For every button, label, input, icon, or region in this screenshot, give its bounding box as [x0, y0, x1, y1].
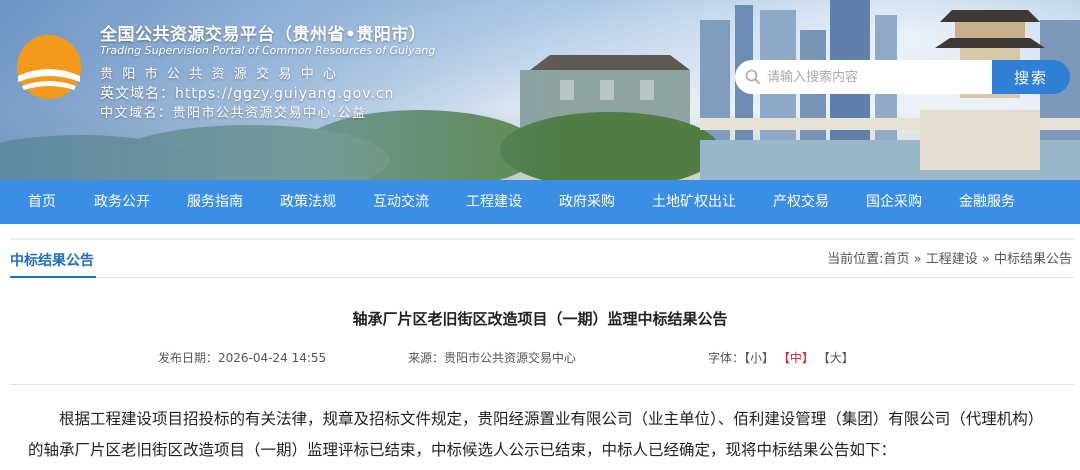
site-header: 全国公共资源交易平台（贵州省•贵阳市） Trading Supervision …: [0, 0, 1080, 180]
search-icon: [745, 69, 761, 85]
breadcrumb-engineering[interactable]: 工程建设: [926, 252, 978, 267]
search-input[interactable]: [735, 60, 1000, 94]
article-body: 根据工程建设项目招投标的有关法律，规章及招标文件规定，贵阳经源置业有限公司（业主…: [28, 410, 1044, 459]
nav-item-gov-procurement[interactable]: 政府采购: [559, 180, 615, 224]
article-source: 来源：贵阳市公共资源交易中心: [408, 349, 576, 366]
source-value: 贵阳市公共资源交易中心: [444, 351, 577, 365]
search-button[interactable]: 搜索: [992, 60, 1070, 94]
article-meta: 发布日期：2026-04-24 14:55 来源：贵阳市公共资源交易中心 字体：…: [10, 346, 1074, 370]
cn-domain-value: 贵阳市公共资源交易中心.公益: [172, 106, 367, 121]
nav-item-home[interactable]: 首页: [28, 180, 56, 224]
section-bar: 中标结果公告 当前位置:首页 » 工程建设 » 中标结果公告: [10, 238, 1074, 278]
breadcrumb: 当前位置:首页 » 工程建设 » 中标结果公告: [827, 248, 1072, 267]
meta-divider: [10, 384, 1074, 385]
center-name: 贵阳市公共资源交易中心: [100, 67, 346, 82]
section-title: 中标结果公告: [10, 253, 94, 269]
font-size-control: 字体：【小】 【中】 【大】: [708, 349, 854, 366]
cn-domain-line: 中文域名：贵阳市公共资源交易中心.公益: [100, 102, 367, 121]
nav-item-land-mineral[interactable]: 土地矿权出让: [652, 180, 736, 224]
main-nav: 首页 政务公开 服务指南 政策法规 互动交流 工程建设 政府采购 土地矿权出让 …: [0, 180, 1080, 224]
breadcrumb-separator: »: [981, 252, 990, 267]
article-title: 轴承厂片区老旧街区改造项目（一期）监理中标结果公告: [352, 310, 728, 328]
font-small-button[interactable]: 【小】: [744, 351, 774, 365]
nav-item-service-guide[interactable]: 服务指南: [187, 180, 243, 224]
breadcrumb-prefix: 当前位置:: [827, 252, 884, 267]
cn-domain-label: 中文域名：: [100, 106, 173, 121]
nav-item-interaction[interactable]: 互动交流: [373, 180, 429, 224]
site-subtitle-en: Trading Supervision Portal of Common Res…: [100, 44, 436, 57]
publish-date-value: 2026-04-24 14:55: [218, 351, 327, 365]
publish-date: 发布日期：2026-04-24 14:55: [158, 349, 326, 366]
site-logo: [17, 35, 81, 99]
section-bar-top-line: [10, 238, 1074, 240]
nav-item-engineering[interactable]: 工程建设: [466, 180, 522, 224]
nav-item-government-affairs[interactable]: 政务公开: [94, 180, 150, 224]
site-title: 全国公共资源交易平台（贵州省•贵阳市）: [100, 25, 427, 45]
breadcrumb-current[interactable]: 中标结果公告: [994, 252, 1072, 267]
en-domain-line: 英文域名：https://ggzy.guiyang.gov.cn: [100, 83, 394, 103]
nav-item-financial-services[interactable]: 金融服务: [959, 180, 1015, 224]
nav-item-policy[interactable]: 政策法规: [280, 180, 336, 224]
section-title-underline: [10, 276, 96, 278]
font-size-label: 字体：: [708, 351, 745, 365]
publish-date-label: 发布日期：: [158, 351, 219, 365]
nav-item-soe-procurement[interactable]: 国企采购: [866, 180, 922, 224]
source-label: 来源：: [408, 351, 445, 365]
en-domain-label: 英文域名：: [100, 86, 175, 102]
nav-item-property-rights[interactable]: 产权交易: [773, 180, 829, 224]
breadcrumb-separator: »: [913, 252, 922, 267]
font-medium-button[interactable]: 【中】: [778, 351, 814, 365]
en-domain-link[interactable]: https://ggzy.guiyang.gov.cn: [175, 86, 394, 102]
font-large-button[interactable]: 【大】: [818, 351, 854, 365]
search-box: 搜索: [735, 60, 1070, 94]
breadcrumb-home[interactable]: 首页: [883, 252, 909, 267]
